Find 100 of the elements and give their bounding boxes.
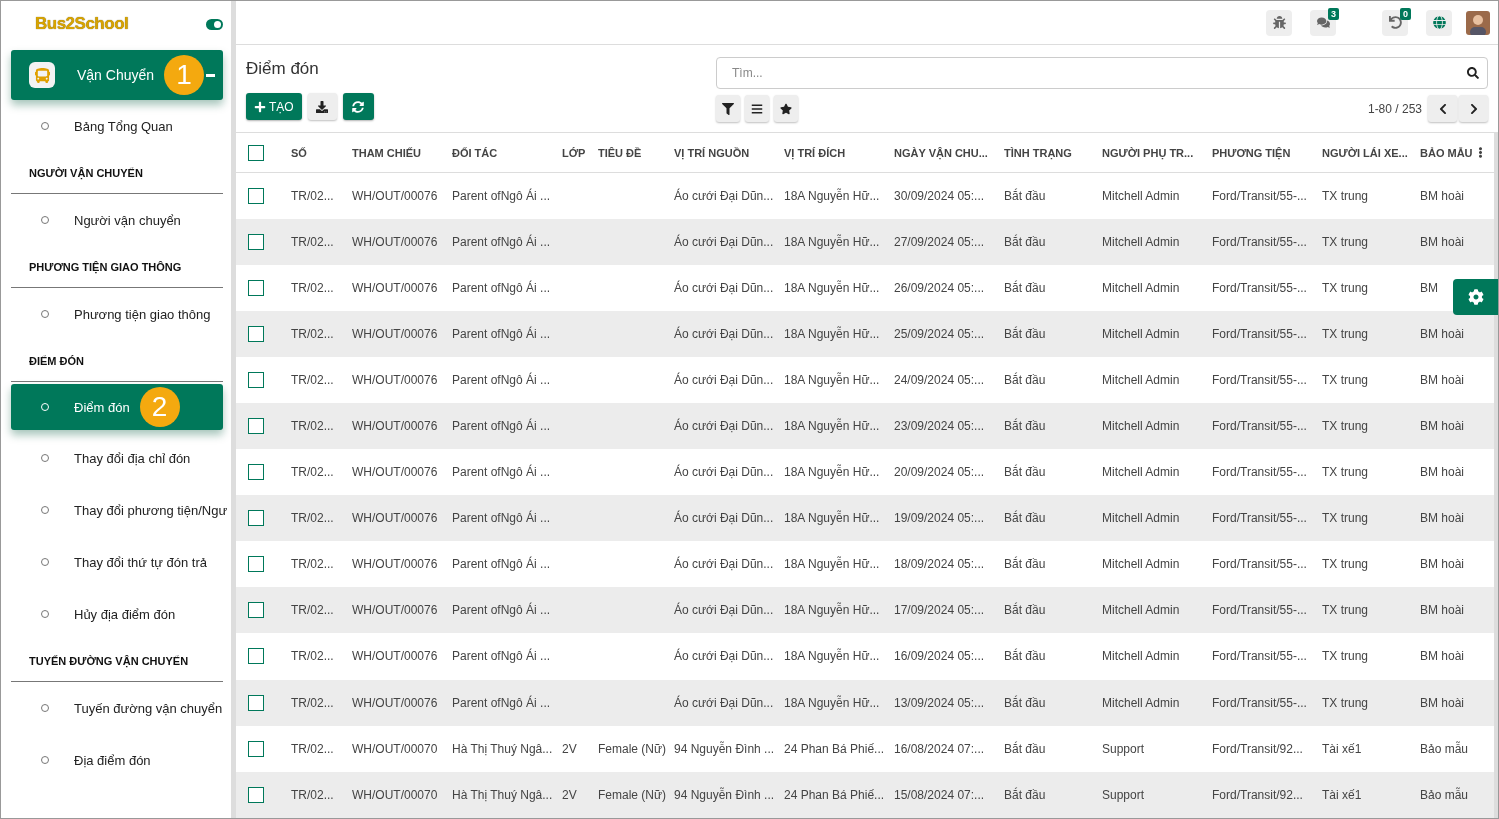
table-cell: TR/02... <box>291 326 334 341</box>
toggle-switch[interactable] <box>206 18 223 30</box>
table-cell: Ford/Transit/55-... <box>1212 511 1307 526</box>
table-cell: Parent ofNgô Ái ... <box>452 557 551 572</box>
column-header[interactable]: ĐỐI TÁC <box>452 146 498 159</box>
filter-button[interactable] <box>716 95 740 122</box>
table-cell: Parent ofNgô Ái ... <box>452 511 551 526</box>
table-cell: Bắt đầu <box>1004 649 1046 664</box>
plus-icon <box>254 100 266 113</box>
table-cell: 18A Nguyễn Hữ... <box>784 188 880 203</box>
menu-item[interactable]: Thay đổi thứ tự đón trả <box>11 536 231 588</box>
table-cell: WH/OUT/00076 <box>352 372 438 387</box>
column-header[interactable]: VỊ TRÍ ĐÍCH <box>784 146 846 159</box>
row-checkbox[interactable] <box>248 602 264 619</box>
menu-item[interactable]: Phương tiện giao thông <box>11 288 231 340</box>
table-cell: 30/09/2024 05:... <box>894 188 985 203</box>
row-checkbox[interactable] <box>248 464 264 481</box>
row-checkbox[interactable] <box>248 233 264 250</box>
table-cell: BM hoài <box>1420 465 1465 480</box>
previous-button[interactable] <box>1428 95 1457 122</box>
group-button[interactable] <box>745 95 769 122</box>
column-header[interactable]: THAM CHIẾU <box>352 146 422 159</box>
column-header[interactable]: NGƯỜI LÁI XE... <box>1322 146 1408 159</box>
menu-item[interactable]: Bảng Tổng Quan <box>11 100 231 152</box>
column-header[interactable]: VỊ TRÍ NGUỒN <box>674 146 750 159</box>
table-cell: Bắt đầu <box>1004 787 1046 802</box>
table-cell: Áo cưới Đại Dũn... <box>674 188 774 203</box>
create-button[interactable]: TẠO <box>246 93 302 120</box>
download-button[interactable] <box>307 93 337 120</box>
bug-icon[interactable] <box>1266 9 1292 36</box>
row-checkbox[interactable] <box>248 694 264 711</box>
row-checkbox[interactable] <box>248 740 264 757</box>
menu-item[interactable]: Thay đổi phương tiện/Ngư <box>11 484 231 536</box>
table-cell: 18/09/2024 05:... <box>894 557 985 572</box>
table-cell: TR/02... <box>291 465 334 480</box>
table-cell: Mitchell Admin <box>1102 511 1180 526</box>
table-cell: Áo cưới Đại Dũn... <box>674 326 774 341</box>
row-checkbox[interactable] <box>248 556 264 573</box>
search-field[interactable]: Tìm... <box>716 57 1488 89</box>
table-cell: Áo cưới Đại Dũn... <box>674 234 774 249</box>
column-header[interactable]: NGƯỜI PHỤ TR... <box>1102 146 1194 159</box>
menu-label: Tuyến đường vận chuyển <box>74 700 223 716</box>
table-cell: Áo cưới Đại Dũn... <box>674 372 774 387</box>
row-checkbox[interactable] <box>248 187 264 204</box>
row-checkbox[interactable] <box>248 510 264 527</box>
table-cell: 13/09/2024 05:... <box>894 695 985 710</box>
table-cell: TX trung <box>1322 419 1369 433</box>
table-cell: TR/02... <box>291 557 334 572</box>
step-badge: 2 <box>139 387 180 427</box>
table-cell: 24 Phan Bá Phiế... <box>784 787 885 802</box>
favorite-button[interactable] <box>774 95 798 122</box>
table-cell: Parent ofNgô Ái ... <box>452 419 551 433</box>
row-checkbox[interactable] <box>248 325 264 342</box>
table-cell: Áo cưới Đại Dũn... <box>674 649 774 664</box>
column-header[interactable]: NGÀY VẬN CHU... <box>894 146 988 159</box>
table-cell: Parent ofNgô Ái ... <box>452 695 551 710</box>
row-checkbox[interactable] <box>248 418 264 434</box>
table-cell: Áo cưới Đại Dũn... <box>674 557 774 572</box>
table-cell: Ford/Transit/55-... <box>1212 419 1307 433</box>
module-header[interactable]: Vận Chuyển 1 <box>11 50 223 100</box>
table-cell: Parent ofNgô Ái ... <box>452 280 551 295</box>
avatar[interactable] <box>1466 10 1490 35</box>
menu-item[interactable]: Người vận chuyển <box>11 194 231 246</box>
select-all-checkbox[interactable] <box>248 144 264 161</box>
table-cell: TX trung <box>1322 557 1369 572</box>
row-checkbox[interactable] <box>248 279 264 296</box>
menu-item[interactable]: Hủy địa điểm đón <box>11 588 231 640</box>
refresh-button[interactable] <box>342 93 374 120</box>
table-cell: Ford/Transit/55-... <box>1212 695 1307 710</box>
activity-button[interactable]: 0 <box>1382 9 1408 36</box>
column-header[interactable]: SỐ <box>291 146 307 159</box>
settings-icon[interactable] <box>1453 279 1498 315</box>
menu-item[interactable]: Thay đổi địa chỉ đón <box>11 432 231 484</box>
table-cell: WH/OUT/00076 <box>352 649 438 664</box>
table-cell: WH/OUT/00076 <box>352 234 438 249</box>
column-header[interactable]: TÌNH TRẠNG <box>1004 146 1072 159</box>
table-cell: WH/OUT/00076 <box>352 695 438 710</box>
table-cell: 2V <box>562 741 577 756</box>
menu-item[interactable]: Điểm đón 2 <box>11 384 223 430</box>
globe-icon[interactable] <box>1426 9 1452 36</box>
column-header[interactable]: TIÊU ĐỀ <box>598 146 642 159</box>
row-checkbox[interactable] <box>248 371 264 388</box>
row-checkbox[interactable] <box>248 786 264 803</box>
table-cell: Áo cưới Đại Dũn... <box>674 419 774 433</box>
search-icon[interactable] <box>1467 67 1479 79</box>
row-checkbox[interactable] <box>248 648 264 665</box>
table-cell: 18A Nguyễn Hữ... <box>784 649 880 664</box>
table-cell: TR/02... <box>291 372 334 387</box>
table-cell: Áo cưới Đại Dũn... <box>674 603 774 618</box>
column-header[interactable]: LỚP <box>562 146 586 159</box>
table-cell: WH/OUT/00076 <box>352 465 438 480</box>
menu-item[interactable]: Tuyến đường vận chuyển <box>11 682 231 734</box>
column-header[interactable]: BẢO MẪU <box>1420 146 1473 159</box>
table-cell: Ford/Transit/55-... <box>1212 603 1307 618</box>
table-cell: 18A Nguyễn Hữ... <box>784 280 880 295</box>
column-header[interactable]: PHƯƠNG TIỆN <box>1212 146 1291 159</box>
next-button[interactable] <box>1459 95 1488 122</box>
chat-button[interactable]: 3 <box>1310 9 1336 36</box>
menu-item[interactable]: Địa điểm đón <box>11 734 231 786</box>
menu-label: Địa điểm đón <box>74 752 151 768</box>
